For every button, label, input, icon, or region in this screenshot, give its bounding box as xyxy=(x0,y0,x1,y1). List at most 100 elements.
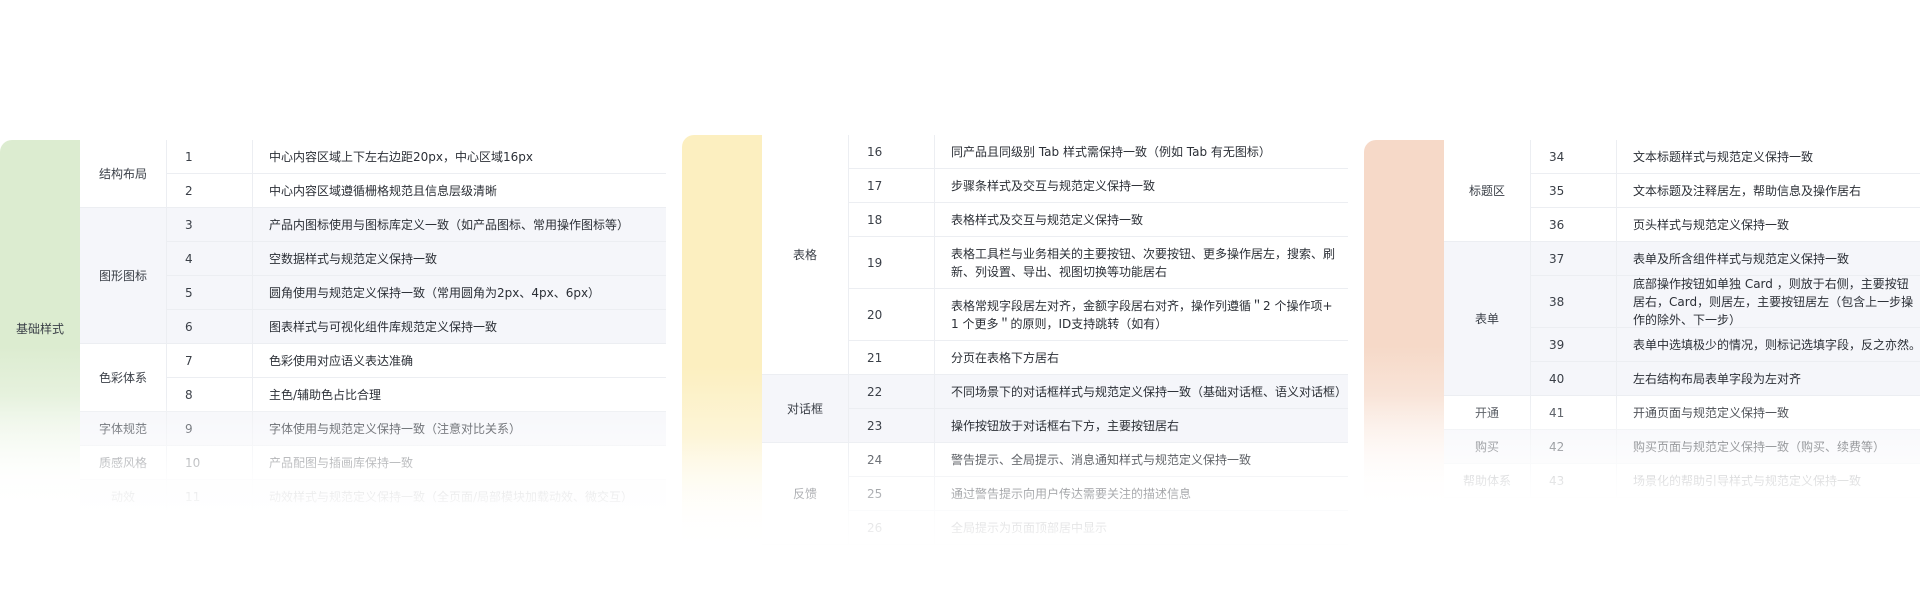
table-row: 35 文本标题及注释居左，帮助信息及操作居右 xyxy=(1530,174,1920,208)
table-row: 22 不同场景下的对话框样式与规范定义保持一致（基础对话框、语义对话框） xyxy=(848,375,1348,409)
panel-basic-style: 基础样式 结构布局 图形图标 色彩体系 字体规范 质感风格 动效 1 中心内容区域上下左右边… xyxy=(0,140,666,515)
item-text: 分页在表格下方居右 xyxy=(934,341,1348,374)
item-text: 表单中选填极少的情况，则标记选填字段，反之亦然。 xyxy=(1616,328,1920,361)
table-row: 24 警告提示、全局提示、消息通知样式与规范定义保持一致 xyxy=(848,443,1348,477)
table-row: 26 全局提示为页面顶部居中显示 xyxy=(848,511,1348,545)
item-text: 中心内容区域上下左右边距20px，中心区域16px xyxy=(252,140,666,173)
item-number: 16 xyxy=(848,135,934,168)
item-text: 同产品且同级别 Tab 样式需保持一致（例如 Tab 有无图标） xyxy=(934,135,1348,168)
item-number: 36 xyxy=(1530,208,1616,241)
table-row: 34 文本标题样式与规范定义保持一致 xyxy=(1530,140,1920,174)
group-label: 质感风格 xyxy=(80,446,166,480)
item-number: 24 xyxy=(848,443,934,476)
item-text: 警告提示、全局提示、消息通知样式与规范定义保持一致 xyxy=(934,443,1348,476)
item-text: 色彩使用对应语义表达准确 xyxy=(252,344,666,377)
item-text: 购买页面与规范定义保持一致（购买、续费等） xyxy=(1616,430,1920,463)
item-number: 4 xyxy=(166,242,252,275)
group-label: 帮助体系 xyxy=(1444,464,1530,498)
item-text: 场景化的帮助引导样式与规范定义保持一致 xyxy=(1616,464,1920,497)
item-number: 35 xyxy=(1530,174,1616,207)
item-number: 1 xyxy=(166,140,252,173)
item-text: 通过警告提示向用户传达需要关注的描述信息 xyxy=(934,477,1348,510)
item-number: 42 xyxy=(1530,430,1616,463)
item-text: 中心内容区域遵循栅格规范且信息层级清晰 xyxy=(252,174,666,207)
group-label: 字体规范 xyxy=(80,412,166,446)
table-row: 38 底部操作按钮如单独 Card ，则放于右侧，主要按钮居右，Card，则居左，… xyxy=(1530,276,1920,328)
item-text: 左右结构布局表单字段为左对齐 xyxy=(1616,362,1920,395)
table-row: 16 同产品且同级别 Tab 样式需保持一致（例如 Tab 有无图标） xyxy=(848,135,1348,169)
table-row: 10 产品配图与插画库保持一致 xyxy=(166,446,666,480)
table-row: 25 通过警告提示向用户传达需要关注的描述信息 xyxy=(848,477,1348,511)
table-row: 17 步骤条样式及交互与规范定义保持一致 xyxy=(848,169,1348,203)
table-row: 7 色彩使用对应语义表达准确 xyxy=(166,344,666,378)
item-text: 开通页面与规范定义保持一致 xyxy=(1616,396,1920,429)
table-row: 1 中心内容区域上下左右边距20px，中心区域16px xyxy=(166,140,666,174)
item-number: 37 xyxy=(1530,242,1616,275)
item-text: 文本标题及注释居左，帮助信息及操作居右 xyxy=(1616,174,1920,207)
table-row: 18 表格样式及交互与规范定义保持一致 xyxy=(848,203,1348,237)
item-text: 空数据样式与规范定义保持一致 xyxy=(252,242,666,275)
item-number: 25 xyxy=(848,477,934,510)
item-number: 21 xyxy=(848,341,934,374)
item-text: 圆角使用与规范定义保持一致（常用圆角为2px、4px、6px） xyxy=(252,276,666,309)
item-text: 主色/辅助色占比合理 xyxy=(252,378,666,411)
item-text: 图表样式与可视化组件库规范定义保持一致 xyxy=(252,310,666,343)
table-row: 39 表单中选填极少的情况，则标记选填字段，反之亦然。 xyxy=(1530,328,1920,362)
item-number: 19 xyxy=(848,237,934,288)
item-text: 动效样式与规范定义保持一致（全页面/局部模块加载动效、微交互） xyxy=(252,480,666,513)
item-number: 6 xyxy=(166,310,252,343)
item-number: 10 xyxy=(166,446,252,479)
item-text: 表格工具栏与业务相关的主要按钮、次要按钮、更多操作居左，搜索、刷新、列设置、导出… xyxy=(934,237,1348,288)
table-row: 37 表单及所含组件样式与规范定义保持一致 xyxy=(1530,242,1920,276)
item-number: 22 xyxy=(848,375,934,408)
item-number: 23 xyxy=(848,409,934,442)
item-text: 表格常规字段居左对齐，金额字段居右对齐，操作列遵循＂2 个操作项+ 1 个更多＂… xyxy=(934,289,1348,340)
group-label: 结构布局 xyxy=(80,140,166,208)
group-label: 对话框 xyxy=(762,375,848,443)
item-text: 页头样式与规范定义保持一致 xyxy=(1616,208,1920,241)
table-row: 20 表格常规字段居左对齐，金额字段居右对齐，操作列遵循＂2 个操作项+ 1 个更… xyxy=(848,289,1348,341)
checklist-rows: 34 文本标题样式与规范定义保持一致 35 文本标题及注释居左，帮助信息及操作居右 36… xyxy=(1530,140,1920,498)
table-row: 2 中心内容区域遵循栅格规范且信息层级清晰 xyxy=(166,174,666,208)
item-text: 不同场景下的对话框样式与规范定义保持一致（基础对话框、语义对话框） xyxy=(934,375,1348,408)
item-text: 底部操作按钮如单独 Card ，则放于右侧，主要按钮居右，Card，则居左，主要… xyxy=(1616,276,1920,327)
item-number: 7 xyxy=(166,344,252,377)
item-number: 11 xyxy=(166,480,252,513)
group-label: 反馈 xyxy=(762,443,848,545)
table-row: 6 图表样式与可视化组件库规范定义保持一致 xyxy=(166,310,666,344)
panel-components: 表格 对话框 反馈 16 同产品且同级别 Tab 样式需保持一致（例如 Tab 有无图… xyxy=(682,135,1348,555)
item-text: 表格样式及交互与规范定义保持一致 xyxy=(934,203,1348,236)
item-number: 2 xyxy=(166,174,252,207)
group-label: 表单 xyxy=(1444,242,1530,396)
item-number: 17 xyxy=(848,169,934,202)
item-number: 43 xyxy=(1530,464,1616,497)
table-row: 19 表格工具栏与业务相关的主要按钮、次要按钮、更多操作居左，搜索、刷新、列设置、… xyxy=(848,237,1348,289)
item-number: 41 xyxy=(1530,396,1616,429)
table-row: 9 字体使用与规范定义保持一致（注意对比关系） xyxy=(166,412,666,446)
table-row: 41 开通页面与规范定义保持一致 xyxy=(1530,396,1920,430)
category-label: 基础样式 xyxy=(15,322,64,336)
canvas: 基础样式 结构布局 图形图标 色彩体系 字体规范 质感风格 动效 1 中心内容区域上下左右边… xyxy=(0,0,1920,609)
item-number: 3 xyxy=(166,208,252,241)
table-row: 36 页头样式与规范定义保持一致 xyxy=(1530,208,1920,242)
item-text: 全局提示为页面顶部居中显示 xyxy=(934,511,1348,544)
category-strip xyxy=(682,135,762,555)
item-number: 26 xyxy=(848,511,934,544)
checklist-rows: 1 中心内容区域上下左右边距20px，中心区域16px 2 中心内容区域遵循栅格规范且… xyxy=(166,140,666,514)
item-number: 34 xyxy=(1530,140,1616,173)
item-number: 20 xyxy=(848,289,934,340)
table-row: 5 圆角使用与规范定义保持一致（常用圆角为2px、4px、6px） xyxy=(166,276,666,310)
group-label: 色彩体系 xyxy=(80,344,166,412)
group-label: 动效 xyxy=(80,480,166,514)
table-row: 43 场景化的帮助引导样式与规范定义保持一致 xyxy=(1530,464,1920,498)
table-row: 4 空数据样式与规范定义保持一致 xyxy=(166,242,666,276)
checklist-rows: 16 同产品且同级别 Tab 样式需保持一致（例如 Tab 有无图标） 17 步骤条样… xyxy=(848,135,1348,545)
panel-pages: 标题区 表单 开通 购买 帮助体系 34 文本标题样式与规范定义保持一致 35 文本标题及注释… xyxy=(1364,140,1920,515)
group-label: 开通 xyxy=(1444,396,1530,430)
item-number: 40 xyxy=(1530,362,1616,395)
item-text: 字体使用与规范定义保持一致（注意对比关系） xyxy=(252,412,666,445)
item-text: 步骤条样式及交互与规范定义保持一致 xyxy=(934,169,1348,202)
item-text: 操作按钮放于对话框右下方，主要按钮居右 xyxy=(934,409,1348,442)
group-label: 购买 xyxy=(1444,430,1530,464)
item-text: 产品内图标使用与图标库定义一致（如产品图标、常用操作图标等） xyxy=(252,208,666,241)
